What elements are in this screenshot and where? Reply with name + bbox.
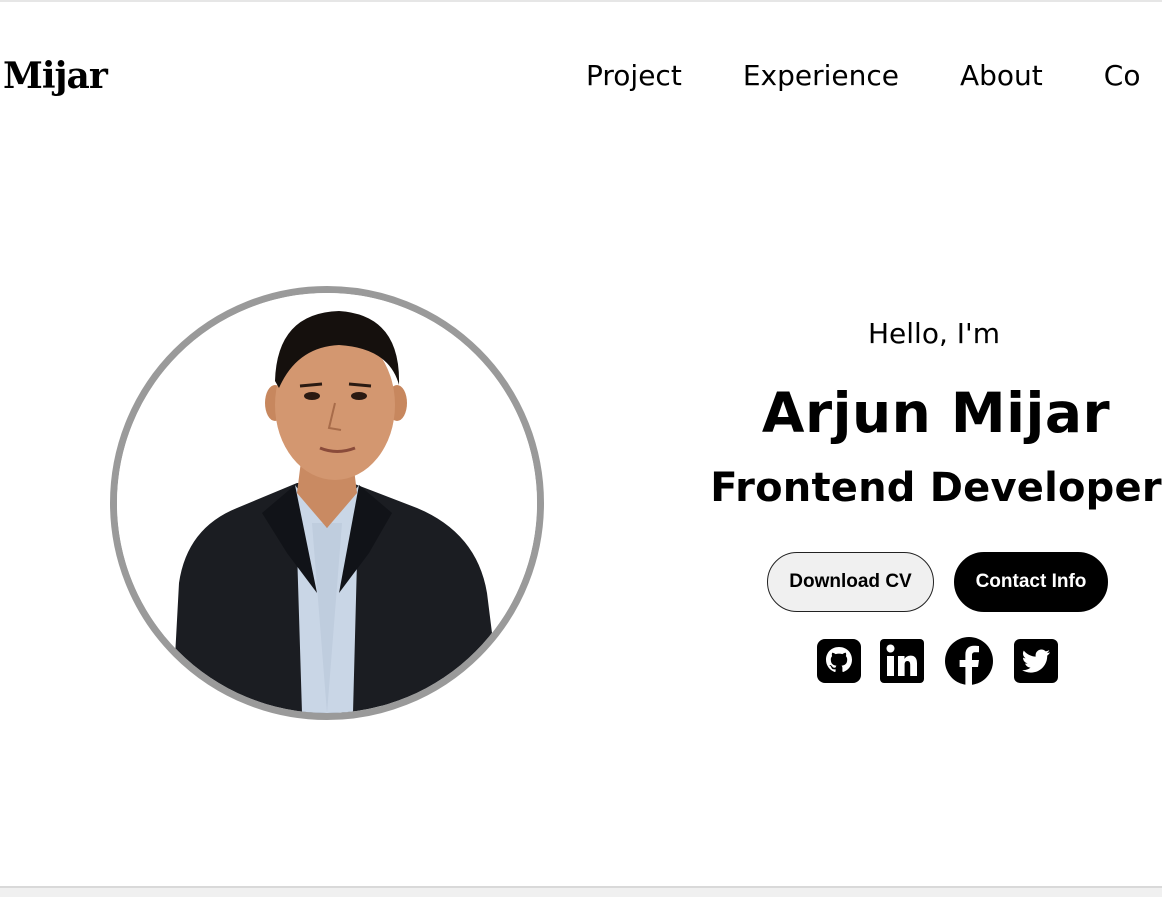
twitter-icon[interactable] — [1013, 636, 1059, 686]
hero-text: Hello, I'm Arjun Mijar Frontend Develope… — [710, 310, 1162, 513]
portfolio-page: Mijar Project Experience About Co Hello,… — [0, 0, 1162, 897]
window-top-border — [0, 0, 1162, 2]
person-name: Arjun Mijar — [761, 381, 1111, 445]
nav-link-contact[interactable]: Co — [1104, 56, 1141, 96]
contact-info-button[interactable]: Contact Info — [954, 552, 1108, 612]
main-nav: Project Experience About Co — [586, 56, 1140, 96]
site-logo[interactable]: Mijar — [3, 52, 108, 100]
window-bottom-border — [0, 886, 1162, 897]
facebook-icon[interactable] — [943, 636, 995, 686]
github-icon[interactable] — [816, 636, 862, 686]
download-cv-button[interactable]: Download CV — [767, 552, 934, 612]
job-title: Frontend Developer — [710, 465, 1162, 511]
profile-portrait-illustration — [117, 293, 537, 713]
nav-link-project[interactable]: Project — [586, 56, 682, 96]
linkedin-icon[interactable] — [879, 636, 925, 686]
nav-link-experience[interactable]: Experience — [743, 56, 899, 96]
nav-link-about[interactable]: About — [960, 56, 1043, 96]
greeting-text: Hello, I'm — [867, 317, 1000, 350]
profile-picture — [110, 286, 544, 720]
